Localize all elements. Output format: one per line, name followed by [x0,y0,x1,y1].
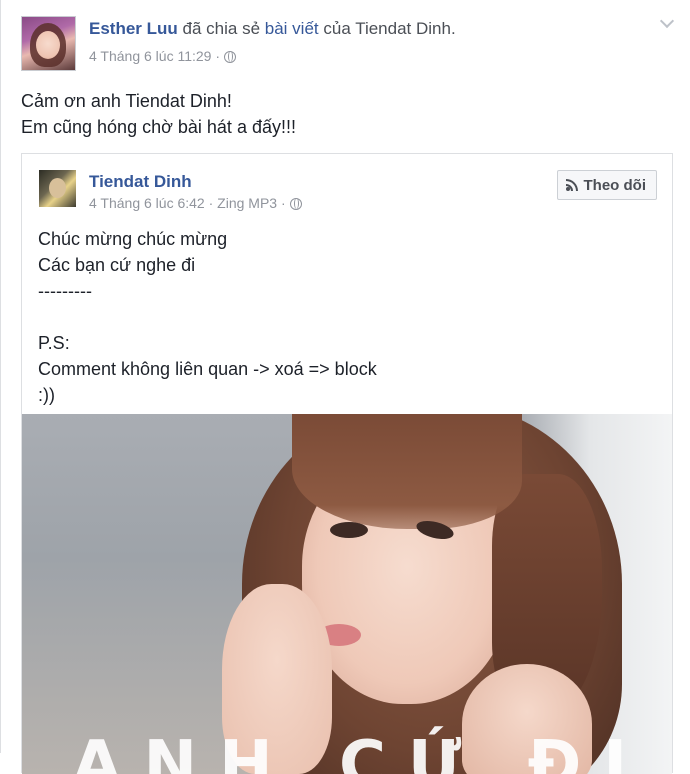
shared-post-source[interactable]: Zing MP3 [217,195,277,211]
shared-author-avatar[interactable] [39,170,76,207]
shared-post-link[interactable]: bài viết [265,19,319,38]
body-line: Chúc mừng chúc mừng [38,229,228,249]
shared-author-name-link[interactable]: Tiendat Dinh [89,172,192,192]
post-header: Esther Luu đã chia sẻ bài viết của Tiend… [89,19,456,39]
shared-post-timestamp[interactable]: 4 Tháng 6 lúc 6:42 [89,195,205,211]
chevron-down-icon[interactable] [660,16,674,30]
post-timestamp[interactable]: 4 Tháng 6 lúc 11:29 [89,48,211,64]
feed-post: Esther Luu đã chia sẻ bài viết của Tiend… [0,0,690,774]
body-line: Comment không liên quan -> xoá => block [38,359,377,379]
body-line: :)) [38,385,55,405]
cover-bangs [292,414,522,529]
shared-post-body: Chúc mừng chúc mừng Các bạn cứ nghe đi -… [38,226,377,408]
cover-eye-left [330,522,368,538]
share-object-suffix: của Tiendat Dinh. [323,19,456,38]
globe-icon[interactable] [289,198,302,210]
globe-icon[interactable] [223,51,236,63]
body-line [38,304,377,330]
rss-icon [565,179,578,191]
post-message: Cảm ơn anh Tiendat Dinh! Em cũng hóng ch… [21,88,296,140]
share-action-text: đã chia sẻ [182,19,261,38]
message-line: Cảm ơn anh Tiendat Dinh! [21,91,232,111]
author-avatar[interactable] [21,16,76,71]
avatar-face [36,31,60,59]
follow-label: Theo dõi [583,176,647,194]
body-line: P.S: [38,333,70,353]
shared-post-meta: 4 Tháng 6 lúc 6:42 · Zing MP3 · [89,195,302,211]
follow-button[interactable]: Theo dõi [556,170,657,200]
shared-cover-image[interactable]: ANH CỨ ĐI ĐI [22,414,672,774]
author-name-link[interactable]: Esther Luu [89,19,178,38]
body-line: Các bạn cứ nghe đi [38,255,196,275]
message-line: Em cũng hóng chờ bài hát a đấy!!! [21,117,296,137]
post-meta: 4 Tháng 6 lúc 11:29 · [89,48,236,64]
shared-post-card: Tiendat Dinh 4 Tháng 6 lúc 6:42 · Zing M… [21,153,673,774]
body-line: --------- [38,281,92,301]
cover-title: ANH CỨ ĐI ĐI [72,728,672,774]
